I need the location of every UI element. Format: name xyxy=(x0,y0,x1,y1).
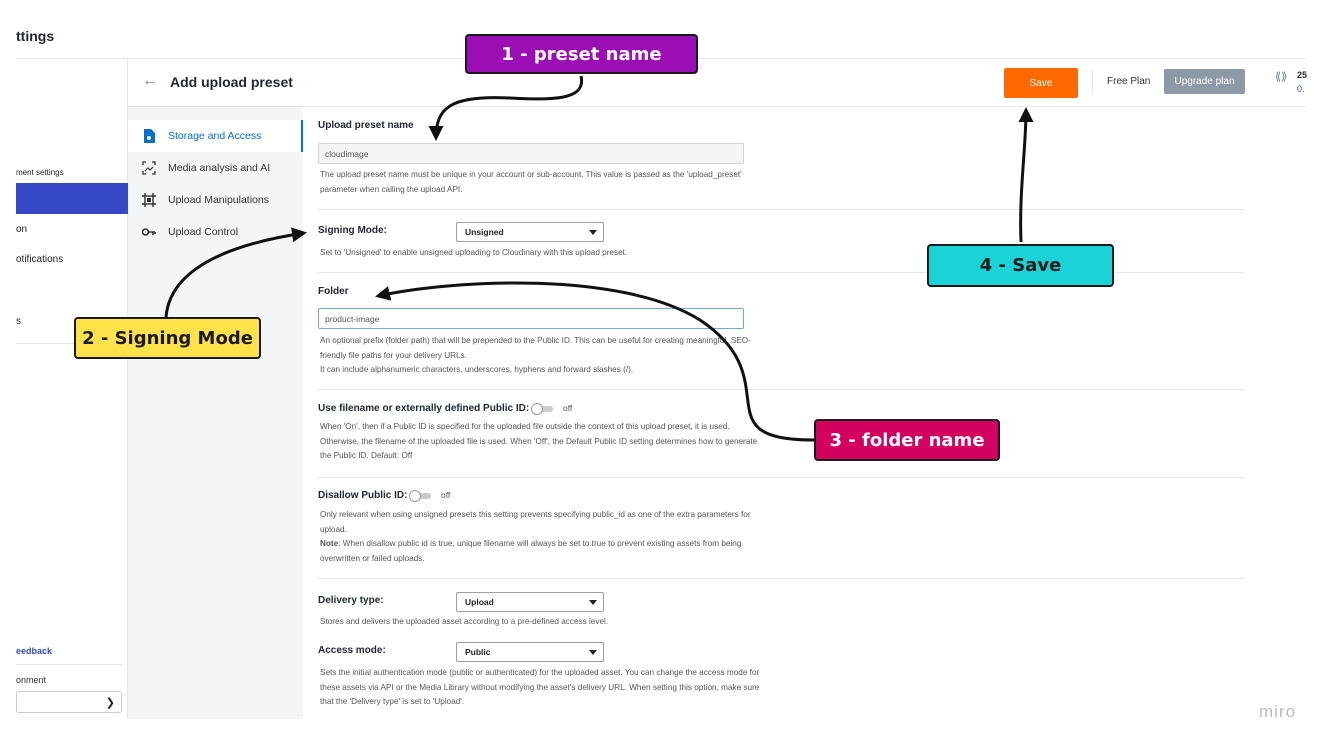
toggle-knob xyxy=(531,403,543,415)
use-filename-toggle[interactable] xyxy=(531,403,553,415)
access-mode-help: Sets the initial authentication mode (pu… xyxy=(320,668,760,706)
page-title: Add upload preset xyxy=(170,74,293,90)
sidebar-item-notifications[interactable]: otifications xyxy=(16,254,63,265)
app-sidebar: ment settings on otifications s eedback … xyxy=(16,59,128,719)
access-mode-label: Access mode: xyxy=(318,645,386,656)
preset-form: Upload preset name The upload preset nam… xyxy=(303,107,1306,719)
manipulations-icon xyxy=(142,193,156,207)
section-label: Upload Manipulations xyxy=(168,194,269,206)
annotation-step4: 4 - Save xyxy=(927,244,1114,287)
key-icon xyxy=(142,225,156,239)
note-text: : When disallow public id is true, uniqu… xyxy=(320,539,742,563)
section-divider xyxy=(318,389,1244,390)
upgrade-plan-button[interactable]: Upgrade plan xyxy=(1164,69,1245,94)
preset-name-input[interactable] xyxy=(318,143,744,164)
environment-select[interactable]: ❯ xyxy=(16,691,122,713)
section-nav: Storage and Access Media analysis and AI… xyxy=(128,107,303,719)
disallow-public-id-label: Disallow Public ID: xyxy=(318,490,408,501)
delivery-type-select[interactable]: Upload xyxy=(456,592,604,612)
toggle-knob xyxy=(409,490,421,502)
credits-icon: ⟪⟫ xyxy=(1275,71,1288,83)
disallow-public-id-state: off xyxy=(441,490,451,500)
signing-mode-help: Set to 'Unsigned' to enable unsigned upl… xyxy=(320,248,628,257)
section-upload-control[interactable]: Upload Control xyxy=(142,225,238,239)
use-filename-state: off xyxy=(563,403,573,413)
sidebar-item-on[interactable]: on xyxy=(16,224,27,235)
credits-subvalue[interactable]: 0. xyxy=(1297,84,1305,94)
delivery-type-label: Delivery type: xyxy=(318,595,384,606)
disallow-note: Note: When disallow public id is true, u… xyxy=(320,537,770,566)
preset-name-help: The upload preset name must be unique in… xyxy=(320,170,742,194)
access-mode-select[interactable]: Public xyxy=(456,642,604,662)
section-divider xyxy=(318,209,1244,210)
folder-help: An optional prefix (folder path) that wi… xyxy=(320,334,770,378)
section-upload-manipulations[interactable]: Upload Manipulations xyxy=(142,193,269,207)
media-analysis-icon xyxy=(142,161,156,175)
miro-watermark: miro xyxy=(1259,702,1297,721)
folder-help-text: An optional prefix (folder path) that wi… xyxy=(320,336,751,360)
caret-down-icon xyxy=(589,650,597,655)
sidebar-item-s[interactable]: s xyxy=(16,316,21,327)
header-separator xyxy=(1092,70,1093,94)
annotation-step3: 3 - folder name xyxy=(814,419,1000,461)
signing-mode-select[interactable]: Unsigned xyxy=(456,222,604,242)
caret-down-icon xyxy=(589,600,597,605)
folder-input[interactable] xyxy=(318,308,744,329)
disallow-public-id-toggle[interactable] xyxy=(409,490,431,502)
section-divider xyxy=(318,477,1244,478)
section-label: Storage and Access xyxy=(168,130,262,142)
plan-label: Free Plan xyxy=(1107,76,1151,87)
caret-down-icon xyxy=(589,230,597,235)
environment-label: onment xyxy=(16,675,47,685)
annotation-step1: 1 - preset name xyxy=(465,34,698,74)
access-mode-value: Public xyxy=(465,647,491,657)
sidebar-item-active[interactable] xyxy=(16,183,128,214)
disallow-help-text: Only relevant when using unsigned preset… xyxy=(320,510,751,534)
folder-label: Folder xyxy=(318,286,349,297)
save-button[interactable]: Save xyxy=(1004,68,1078,98)
use-filename-label: Use filename or externally defined Publi… xyxy=(318,403,530,414)
feedback-link[interactable]: eedback xyxy=(16,646,52,656)
preset-name-label: Upload preset name xyxy=(318,120,414,131)
signing-mode-label: Signing Mode: xyxy=(318,225,387,236)
storage-icon xyxy=(142,129,156,143)
back-arrow-icon[interactable]: ← xyxy=(142,72,158,90)
section-label: Upload Control xyxy=(168,226,239,238)
disallow-public-id-help: Only relevant when using unsigned preset… xyxy=(320,508,770,566)
credits-value: 25 xyxy=(1297,70,1308,80)
section-storage-and-access[interactable]: Storage and Access xyxy=(142,129,261,143)
use-filename-help: When 'On', then if a Public ID is specif… xyxy=(320,422,758,460)
app-title: ttings xyxy=(16,28,55,44)
signing-mode-value: Unsigned xyxy=(465,227,504,237)
folder-help-chars: It can include alphanumeric characters, … xyxy=(320,365,634,374)
annotation-step2: 2 - Signing Mode xyxy=(74,317,261,359)
sidebar-item-settings[interactable]: ment settings xyxy=(16,168,64,177)
section-media-analysis[interactable]: Media analysis and AI xyxy=(142,161,270,175)
chevron-down-icon: ❯ xyxy=(105,697,115,709)
note-label: Note xyxy=(320,539,339,548)
delivery-type-value: Upload xyxy=(465,597,494,607)
delivery-type-help: Stores and delivers the uploaded asset a… xyxy=(320,617,609,626)
sidebar-divider xyxy=(16,664,122,665)
section-label: Media analysis and AI xyxy=(168,162,271,174)
section-divider xyxy=(318,578,1244,579)
